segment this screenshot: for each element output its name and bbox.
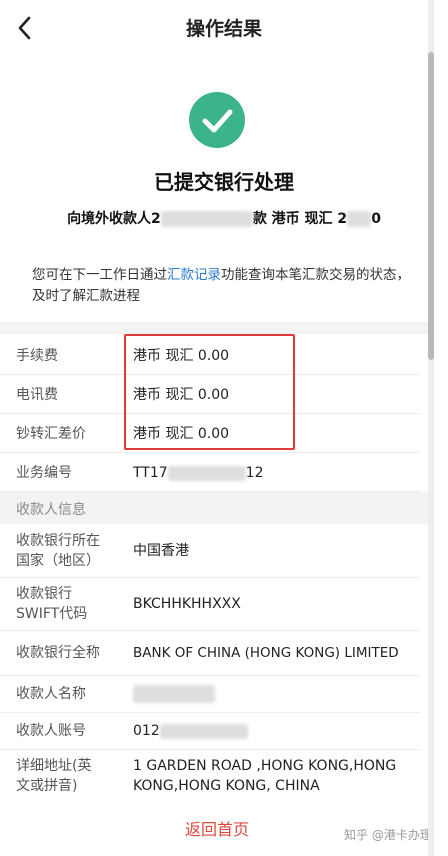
fee-label: 电讯费: [16, 387, 58, 403]
label-line: SWIFT代码: [16, 606, 88, 622]
address-row: 详细地址(英 文或拼音) 1 GARDEN ROAD ,HONG KONG,HO…: [0, 750, 420, 802]
watermark: 知乎 @港卡办理: [344, 828, 432, 842]
section-title: 收款人信息: [16, 502, 86, 518]
payee-account-row: 收款人账号 012: [0, 713, 420, 750]
scrollbar-thumb[interactable]: [428, 52, 434, 360]
payee-account-label: 收款人账号: [16, 723, 86, 739]
check-icon: [202, 109, 233, 133]
nav-bar: 操作结果: [0, 0, 448, 56]
bank-country-value: 中国香港: [133, 543, 189, 559]
highlight-box: [124, 334, 295, 450]
redacted-amount: [347, 211, 372, 227]
page-title: 操作结果: [185, 18, 262, 40]
notice-before: 您可在下一工作日通过: [32, 267, 167, 283]
redacted-account: [159, 723, 248, 739]
swift-row: 收款银行 SWIFT代码 BKCHHKHHXXX: [0, 578, 420, 631]
fee-label: 钞转汇差价: [16, 426, 86, 442]
business-number-row: 业务编号 TT17 12: [0, 453, 420, 492]
redacted-payee-name: [133, 685, 215, 703]
label-line: 国家（地区）: [16, 553, 100, 569]
redacted-business-number: [167, 465, 246, 481]
address-label: 详细地址(英 文或拼音): [16, 756, 91, 796]
account-prefix: 012: [133, 723, 160, 739]
bank-country-label: 收款银行所在 国家（地区）: [16, 531, 100, 571]
payee-name-value: [133, 684, 215, 704]
check-circle-icon: [189, 92, 245, 148]
summary-middle: 款 港币 现汇 2: [252, 211, 348, 227]
divider-band: [0, 322, 434, 334]
result-title: 已提交银行处理: [154, 170, 294, 194]
label-line: 文或拼音): [16, 778, 78, 794]
business-number-prefix: TT17: [133, 465, 168, 481]
bank-name-label: 收款银行全称: [16, 645, 100, 661]
address-line: KONG,HONG KONG, CHINA: [133, 778, 320, 794]
address-line: 1 GARDEN ROAD ,HONG KONG,HONG: [133, 758, 397, 774]
redacted-payee: [160, 211, 253, 227]
business-number-label: 业务编号: [16, 465, 72, 481]
bank-name-row: 收款银行全称 BANK OF CHINA (HONG KONG) LIMITED: [0, 631, 420, 676]
payee-name-row: 收款人名称: [0, 676, 420, 713]
payee-section-header: 收款人信息: [0, 492, 434, 524]
label-line: 收款银行所在: [16, 533, 100, 549]
summary-prefix: 向境外收款人2: [67, 211, 161, 227]
swift-value: BKCHHKHHXXX: [133, 596, 241, 612]
bank-country-row: 收款银行所在 国家（地区） 中国香港: [0, 525, 420, 578]
summary-suffix: 0: [371, 211, 381, 227]
address-value: 1 GARDEN ROAD ,HONG KONG,HONG KONG,HONG …: [133, 756, 396, 796]
swift-label: 收款银行 SWIFT代码: [16, 584, 87, 624]
remittance-records-link[interactable]: 汇款记录: [167, 267, 221, 283]
payee-name-label: 收款人名称: [16, 686, 86, 702]
label-line: 收款银行: [16, 586, 72, 602]
label-line: 详细地址(英: [16, 758, 92, 774]
transfer-summary: 向境外收款人2 款 港币 现汇 2 0: [0, 208, 448, 228]
notice-text: 您可在下一工作日通过汇款记录功能查询本笔汇款交易的状态，及时了解汇款进程: [32, 265, 416, 307]
business-number-value: TT17 12: [133, 463, 264, 483]
business-number-suffix: 12: [245, 465, 264, 481]
fee-label: 手续费: [16, 348, 58, 364]
bank-name-value: BANK OF CHINA (HONG KONG) LIMITED: [133, 645, 399, 661]
payee-account-value: 012: [133, 721, 248, 741]
